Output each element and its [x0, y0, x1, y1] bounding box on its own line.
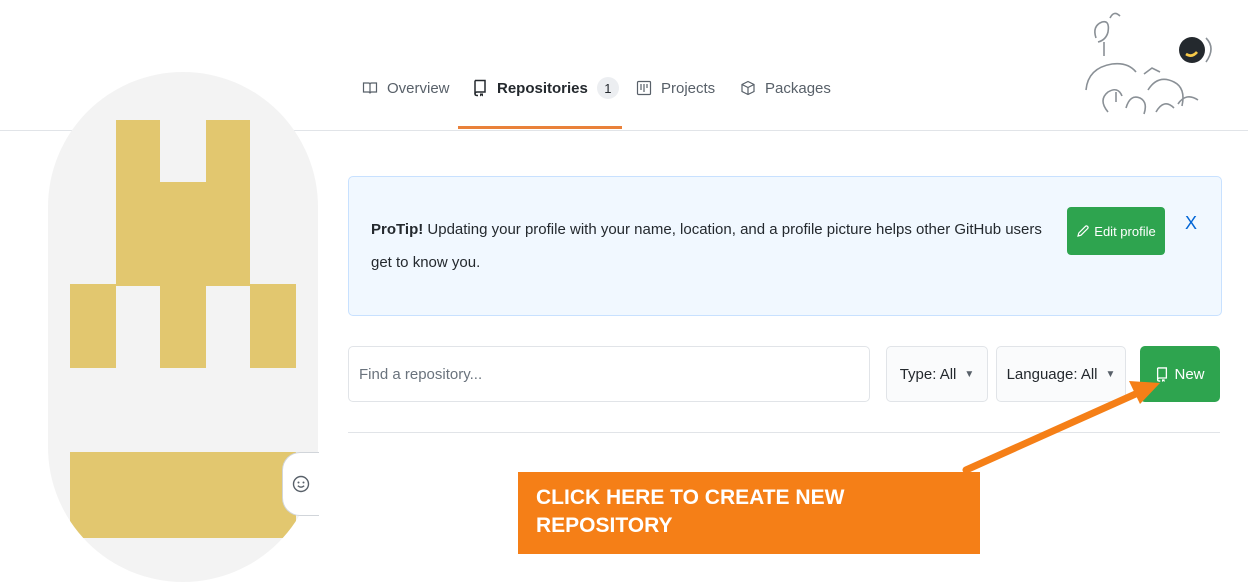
set-status-button[interactable]: [282, 452, 319, 516]
type-filter-value: All: [939, 365, 957, 383]
tab-overview-label: Overview: [387, 79, 450, 97]
tab-repositories-label: Repositories: [497, 79, 588, 97]
tab-repositories[interactable]: Repositories 1: [472, 74, 619, 102]
identicon-block: [116, 120, 160, 184]
tab-packages[interactable]: Packages: [740, 74, 831, 102]
identicon-block: [70, 284, 116, 368]
caret-down-icon: ▼: [1105, 368, 1116, 380]
tab-packages-label: Packages: [765, 79, 831, 97]
language-filter-value: All: [1080, 365, 1098, 383]
annotation-callout: CLICK HERE TO CREATE NEW REPOSITORY: [518, 472, 980, 554]
repo-icon: [1157, 366, 1168, 382]
book-icon: [362, 82, 378, 94]
repo-icon: [474, 79, 486, 97]
new-repository-button[interactable]: New: [1140, 346, 1220, 402]
caret-down-icon: ▼: [964, 368, 975, 380]
new-button-label: New: [1174, 365, 1205, 383]
avatar[interactable]: [48, 72, 318, 582]
type-filter-dropdown[interactable]: Type: All ▼: [886, 346, 988, 402]
edit-profile-button[interactable]: Edit profile: [1067, 207, 1165, 255]
pencil-icon: [1077, 225, 1090, 237]
close-icon[interactable]: X: [1181, 213, 1201, 233]
type-filter-text: Type: All: [900, 366, 957, 383]
project-icon: [636, 80, 652, 96]
identicon-block: [70, 452, 296, 538]
protip-banner: ProTip! Updating your profile with your …: [348, 176, 1222, 316]
smiley-icon: [292, 475, 310, 493]
language-filter-text: Language: All: [1007, 366, 1098, 383]
protip-message: Updating your profile with your name, lo…: [371, 221, 1042, 271]
type-filter-label: Type:: [899, 365, 937, 383]
tab-projects-label: Projects: [661, 79, 716, 97]
find-repository-input[interactable]: [348, 346, 870, 402]
active-tab-indicator: [458, 126, 622, 129]
identicon-block: [116, 182, 250, 286]
tab-projects[interactable]: Projects: [636, 74, 715, 102]
package-icon: [741, 80, 755, 96]
tab-overview[interactable]: Overview: [362, 74, 450, 102]
edit-profile-label: Edit profile: [1094, 223, 1156, 239]
identicon-block: [160, 284, 206, 368]
repositories-count-badge: 1: [596, 77, 619, 99]
protip-title: ProTip!: [371, 221, 424, 238]
protip-text: ProTip! Updating your profile with your …: [371, 213, 1055, 279]
identicon-block: [206, 120, 250, 184]
language-filter-label: Language:: [1006, 365, 1078, 383]
identicon-block: [250, 284, 296, 368]
section-divider: [348, 432, 1220, 433]
octocat-doodle-illustration: [1085, 12, 1212, 115]
language-filter-dropdown[interactable]: Language: All ▼: [996, 346, 1126, 402]
